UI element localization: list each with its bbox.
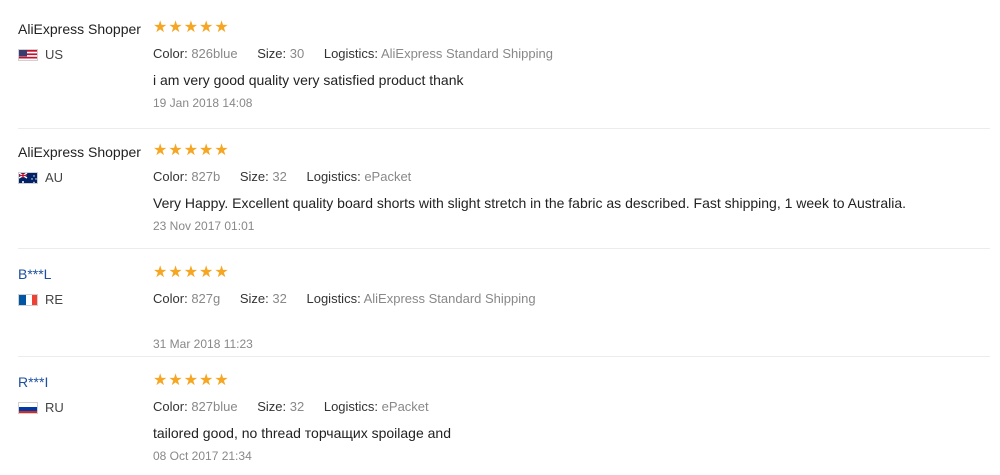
star-rating: ★ ★ ★ ★ ★ [153, 20, 990, 36]
size-label: Size: [239, 291, 269, 306]
star-icon: ★ [199, 264, 214, 281]
us-flag-icon [18, 48, 38, 61]
logistics-label: Logistics: [323, 399, 379, 414]
reviewer-name: AliExpress Shopper [18, 21, 141, 37]
order-details: Color: 827blue Size: 32 Logistics: ePack… [153, 399, 990, 415]
empty-review-text [153, 307, 990, 325]
size-value: 30 [289, 46, 305, 61]
reviewer-country: US [18, 47, 148, 62]
review-date: 19 Jan 2018 14:08 [153, 96, 253, 110]
star-icon: ★ [183, 142, 199, 159]
reviewer-info: R***I RU [18, 373, 148, 415]
fr-flag-icon [18, 293, 38, 306]
reviewer-info: B***L RE [18, 265, 148, 307]
order-details: Color: 827b Size: 32 Logistics: ePacket [153, 169, 990, 185]
star-icon: ★ [199, 372, 214, 389]
color-value: 827blue [191, 399, 238, 414]
review-date: 08 Oct 2017 21:34 [153, 449, 252, 463]
review-text: i am very good quality very satisfied pr… [153, 72, 464, 88]
review-date: 31 Mar 2018 11:23 [153, 337, 253, 351]
divider [18, 356, 990, 357]
order-details: Color: 827g Size: 32 Logistics: AliExpre… [153, 291, 990, 307]
country-code: RU [45, 400, 64, 415]
size-label: Size: [257, 46, 287, 61]
country-code: RE [45, 292, 64, 307]
country-code: AU [45, 170, 64, 185]
size-value: 32 [272, 291, 287, 306]
star-icon: ★ [153, 372, 168, 389]
review-item: AliExpress Shopper AU ★ ★ ★ ★ ★ Color: 8… [0, 143, 1000, 243]
reviewer-country: AU [18, 170, 148, 185]
size-label: Size: [239, 169, 269, 184]
star-icon: ★ [183, 264, 199, 281]
review-content: ★ ★ ★ ★ ★ Color: 826blue Size: 30 Logistics:… [153, 20, 990, 111]
color-label: Color: [153, 399, 188, 414]
star-icon: ★ [183, 19, 199, 36]
star-icon: ★ [199, 142, 214, 159]
review-item: B***L RE ★ ★ ★ ★ ★ Color: 827g Size: 32 … [0, 265, 1000, 351]
ru-flag-icon [18, 401, 38, 414]
review-text: Very Happy. Excellent quality board shor… [153, 195, 907, 211]
reviewer-name[interactable]: B***L [18, 265, 148, 283]
star-icon: ★ [153, 142, 168, 159]
logistics-value: ePacket [364, 169, 412, 184]
star-rating: ★ ★ ★ ★ ★ [153, 373, 990, 389]
color-value: 826blue [191, 46, 238, 61]
review-date: 23 Nov 2017 01:01 [153, 219, 255, 233]
color-label: Color: [153, 46, 188, 61]
review-item: AliExpress Shopper US ★ ★ ★ ★ ★ Color: 8… [0, 20, 1000, 120]
divider [18, 128, 990, 129]
star-icon: ★ [168, 372, 183, 389]
review-item: R***I RU ★★★★★ Color: 827blue Size: [0, 373, 1000, 473]
color-label: Color: [153, 291, 188, 306]
logistics-label: Logistics: [306, 169, 361, 184]
logistics-label: Logistics: [306, 291, 361, 306]
reviewer-country: RE [18, 292, 148, 307]
logistics-label: Logistics: [323, 46, 379, 61]
size-value: 32 [289, 399, 305, 414]
au-flag-icon [18, 171, 38, 184]
size-value: 32 [272, 169, 287, 184]
review-content: ★ ★ ★ ★ ★ Color: 827g Size: 32 Logistics: Al… [153, 265, 990, 352]
divider [18, 248, 990, 249]
logistics-value: AliExpress Standard Shipping [380, 46, 553, 61]
star-icon: ★ [199, 19, 214, 36]
reviews-list: AliExpress Shopper US ★ ★ ★ ★ ★ Color: 8… [0, 0, 1000, 475]
review-content: ★ ★ ★ ★ ★ Color: 827b Size: 32 Logistics: eP… [153, 143, 990, 234]
reviewer-name[interactable]: R***I [18, 373, 148, 391]
star-icon: ★ [168, 142, 183, 159]
reviewer-info: AliExpress Shopper AU [18, 143, 148, 185]
star-icon: ★ [153, 19, 168, 36]
color-value: 827g [191, 291, 221, 306]
order-details: Color: 826blue Size: 30 Logistics: AliEx… [153, 46, 990, 62]
star-rating: ★ ★ ★ ★ ★ [153, 265, 990, 281]
logistics-value: ePacket [381, 399, 429, 414]
size-label: Size: [257, 399, 287, 414]
reviewer-name: AliExpress Shopper [18, 144, 141, 160]
star-icon: ★ [153, 264, 168, 281]
reviewer-info: AliExpress Shopper US [18, 20, 148, 62]
star-icon: ★ [168, 19, 183, 36]
star-icon: ★ [183, 372, 199, 389]
review-text: tailored good, no thread торчащих spoila… [153, 425, 452, 441]
review-content: ★ ★ ★ ★ ★ Color: 827blue Size: 32 Logistics:… [153, 373, 990, 464]
star-rating: ★ ★ ★ ★ ★ [153, 143, 990, 159]
color-value: 827b [191, 169, 221, 184]
logistics-value: AliExpress Standard Shipping [363, 291, 536, 306]
reviewer-country: RU [18, 400, 148, 415]
star-icon: ★ [214, 19, 229, 36]
star-icon: ★ [214, 372, 229, 389]
star-icon: ★ [214, 264, 229, 281]
country-code: US [45, 47, 64, 62]
color-label: Color: [153, 169, 188, 184]
star-icon: ★ [168, 264, 183, 281]
star-icon: ★ [214, 142, 229, 159]
